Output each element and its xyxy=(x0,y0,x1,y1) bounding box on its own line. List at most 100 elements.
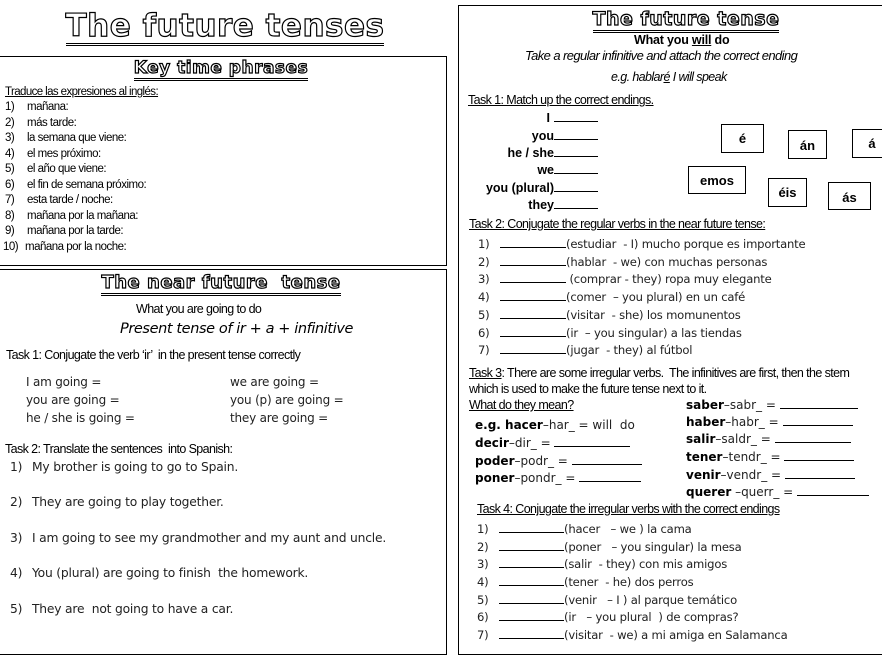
irregular-verb-row: decir–dir_ = xyxy=(475,436,631,450)
answer-blank[interactable] xyxy=(500,272,566,283)
irregular-verb-row: venir–vendr_ = xyxy=(686,468,855,482)
main-title-text: The future tenses xyxy=(65,8,385,46)
answer-blank[interactable] xyxy=(499,575,564,586)
answer-blank[interactable] xyxy=(499,610,564,621)
answer-blank[interactable] xyxy=(554,111,598,122)
translation-item: 2) They are going to play together. xyxy=(10,495,224,509)
answer-blank[interactable] xyxy=(779,398,858,409)
answer-blank[interactable] xyxy=(500,326,566,337)
future-task3-heading-line2: which is used to make the future tense n… xyxy=(469,382,707,396)
near-future-title: The near future tense xyxy=(0,272,442,296)
answer-blank[interactable] xyxy=(782,415,853,426)
near-future-formula: Present tense of ir + a + infinitive xyxy=(120,321,354,337)
pronoun-he-she: he / she xyxy=(507,146,598,160)
list-item: 8) mañana por la mañana: xyxy=(5,209,138,222)
list-item: 5) el año que viene: xyxy=(5,163,107,175)
ending-card[interactable]: emos xyxy=(688,166,746,194)
ending-card[interactable]: é xyxy=(721,124,764,153)
translation-item: 4) You (plural) are going to finish the h… xyxy=(10,566,309,580)
future-subtitle: What you will do xyxy=(634,33,730,47)
future-task4-heading: Task 4: Conjugate the irregular verbs wi… xyxy=(477,502,780,516)
list-item: 7) esta tarde / noche: xyxy=(5,194,113,206)
list-item: 2) más tarde: xyxy=(5,116,77,129)
answer-blank[interactable] xyxy=(554,198,598,209)
near-future-task1-heading: Task 1: Conjugate the verb ‘ir’ in the p… xyxy=(6,348,301,362)
translation-item: 3) I am going to see my grandmother and m… xyxy=(10,531,387,545)
irregular-verb-row: poder–podr_ = xyxy=(475,454,642,468)
answer-blank[interactable] xyxy=(554,436,631,447)
ending-card[interactable]: án xyxy=(788,130,827,159)
exercise-row: 5) (visitar - she) los momunentos xyxy=(478,308,741,322)
answer-blank[interactable] xyxy=(571,454,642,465)
answer-blank[interactable] xyxy=(499,557,564,568)
ending-card[interactable]: á xyxy=(852,129,882,158)
irregular-verb-row: tener–tendr_ = xyxy=(686,450,855,464)
irregular-verb-row: poner–pondr_ = xyxy=(475,471,642,485)
translation-item: 5) They are not going to have a car. xyxy=(10,602,234,616)
pronoun-you: you xyxy=(532,129,598,143)
answer-blank[interactable] xyxy=(500,343,566,354)
ending-card[interactable]: éis xyxy=(768,178,807,207)
answer-blank[interactable] xyxy=(554,129,598,140)
answer-blank[interactable] xyxy=(499,522,564,533)
answer-blank[interactable] xyxy=(797,485,870,496)
exercise-row: 6) (ir – you singular) a las tiendas xyxy=(478,326,742,340)
irregular-verb-row: haber–habr_ = xyxy=(686,415,853,429)
list-item: 6) el fin de semana próximo: xyxy=(5,178,147,191)
exercise-row: 4) (tener - he) dos perros xyxy=(477,575,694,589)
answer-blank[interactable] xyxy=(500,308,566,319)
ir-conjugation-they: they are going = xyxy=(230,411,329,425)
answer-blank[interactable] xyxy=(784,450,855,461)
ir-conjugation-you-plural: you (p) are going = xyxy=(230,393,344,407)
irregular-verb-example: e.g. hacer–har_ = will do xyxy=(475,418,635,432)
ending-card[interactable]: ás xyxy=(828,182,871,210)
exercise-row: 3) (comprar - they) ropa muy elegante xyxy=(478,272,772,286)
irregular-verb-row: querer –querr_ = xyxy=(686,485,870,499)
key-time-phrases-instruction: Traduce las expresiones al inglés: xyxy=(5,86,159,98)
pronoun-i: I xyxy=(547,111,598,125)
answer-blank[interactable] xyxy=(500,255,566,266)
irregular-verb-row: saber–sabr_ = xyxy=(686,398,858,412)
answer-blank[interactable] xyxy=(500,290,566,301)
near-future-task2-heading: Task 2: Translate the sentences into Spa… xyxy=(5,442,233,456)
exercise-row: 2) (hablar - we) con muchas personas xyxy=(478,255,768,269)
exercise-row: 6) (ir – you plural ) de compras? xyxy=(477,610,739,624)
list-item: 3) la semana que viene: xyxy=(5,132,127,144)
answer-blank[interactable] xyxy=(499,540,564,551)
list-item: 4) el mes próximo: xyxy=(5,147,101,160)
irregular-verb-row: salir–saldr_ = xyxy=(686,432,851,446)
list-item: 9) mañana por la tarde: xyxy=(5,225,124,237)
main-title: The future tenses xyxy=(40,8,410,46)
future-tense-title: The future tense xyxy=(560,8,812,33)
answer-blank[interactable] xyxy=(499,593,564,604)
pronoun-we: we xyxy=(537,163,598,177)
near-future-subtitle: What you are going to do xyxy=(136,302,262,316)
exercise-row: 5) (venir – I ) al parque temático xyxy=(477,593,737,607)
exercise-row: 4) (comer – you plural) en un café xyxy=(478,290,746,304)
answer-blank[interactable] xyxy=(500,237,566,248)
answer-blank[interactable] xyxy=(554,181,598,192)
ir-conjugation-i: I am going = xyxy=(26,375,102,389)
future-instruction: Take a regular infinitive and attach the… xyxy=(525,48,798,63)
exercise-row: 7) (jugar - they) al fútbol xyxy=(478,343,693,357)
future-task1-heading: Task 1: Match up the correct endings. xyxy=(468,93,654,107)
answer-blank[interactable] xyxy=(554,163,598,174)
answer-blank[interactable] xyxy=(579,471,642,482)
ir-conjugation-he-she: he / she is going = xyxy=(26,411,135,425)
list-item: 10) mañana por la noche: xyxy=(3,240,127,253)
translation-item: 1) My brother is going to go to Spain. xyxy=(10,460,239,474)
future-task3-question: What do they mean? xyxy=(469,398,574,412)
exercise-row: 1) (hacer – we ) la cama xyxy=(477,522,692,536)
exercise-row: 7) (visitar - we) a mi amiga en Salamanca xyxy=(477,628,788,642)
future-task2-heading: Task 2: Conjugate the regular verbs in t… xyxy=(469,217,766,231)
exercise-row: 1) (estudiar - I) mucho porque es importa… xyxy=(478,237,806,251)
pronoun-you-plural: you (plural) xyxy=(486,181,598,195)
ir-conjugation-we: we are going = xyxy=(230,375,319,389)
answer-blank[interactable] xyxy=(784,468,855,479)
list-item: 1) mañana: xyxy=(5,101,69,113)
exercise-row: 2) (poner – you singular) la mesa xyxy=(477,540,742,554)
answer-blank[interactable] xyxy=(554,146,598,157)
answer-blank[interactable] xyxy=(774,432,851,443)
answer-blank[interactable] xyxy=(499,628,564,639)
future-task3-heading: Task 3: There are some irregular verbs. … xyxy=(469,366,850,380)
